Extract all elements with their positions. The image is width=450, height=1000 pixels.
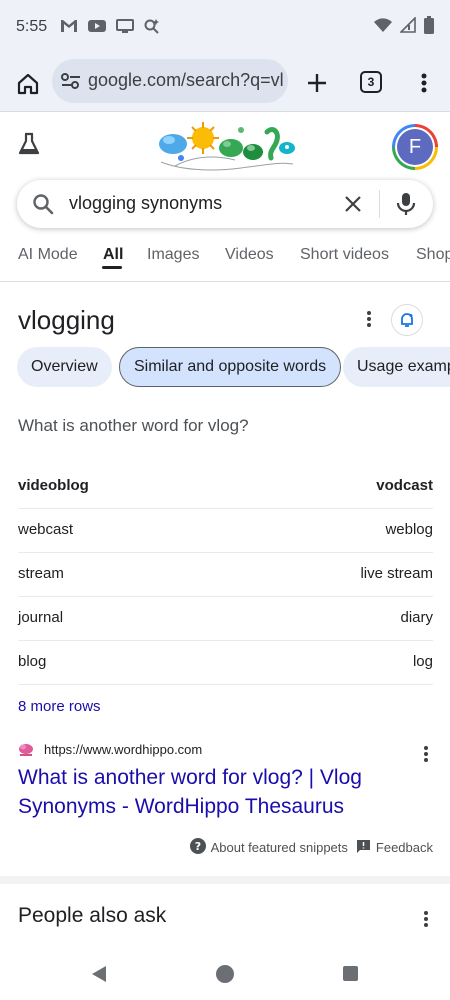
tab-videos[interactable]: Videos xyxy=(225,246,274,264)
synonym-right[interactable]: live stream xyxy=(360,565,433,582)
status-bar: 5:55 xyxy=(0,0,450,56)
cast-icon xyxy=(116,19,134,38)
synonym-left[interactable]: journal xyxy=(18,609,63,626)
synonym-row: videoblog vodcast xyxy=(18,465,433,509)
about-snippets-label: About featured snippets xyxy=(210,840,348,855)
notification-icons xyxy=(60,18,160,39)
synonyms-question: What is another word for vlog? xyxy=(18,416,249,435)
svg-text:?: ? xyxy=(194,840,200,853)
feedback-link[interactable]: Feedback xyxy=(356,839,433,857)
back-icon[interactable] xyxy=(90,964,108,989)
search-input[interactable]: vlogging synonyms xyxy=(69,193,222,214)
url-text: google.com/search?q=vl xyxy=(88,70,284,90)
result-source-url[interactable]: https://www.wordhippo.com xyxy=(44,742,202,757)
synonym-right[interactable]: weblog xyxy=(385,521,433,538)
wifi-icon xyxy=(374,17,392,38)
chip-overview[interactable]: Overview xyxy=(17,347,112,387)
assistant-icon xyxy=(144,18,160,39)
notification-bell-icon[interactable] xyxy=(391,304,423,336)
wordhippo-favicon xyxy=(18,742,34,758)
recent-apps-icon[interactable] xyxy=(343,966,358,981)
site-settings-icon[interactable] xyxy=(60,71,82,96)
more-options-icon[interactable] xyxy=(360,308,378,330)
synonym-row: webcast weblog xyxy=(18,509,433,553)
people-also-ask-options-icon[interactable] xyxy=(418,909,434,929)
home-icon[interactable] xyxy=(12,68,44,100)
youtube-icon xyxy=(88,19,106,38)
tab-switcher-button[interactable]: 3 xyxy=(360,71,382,93)
home-button-icon[interactable] xyxy=(216,965,234,983)
search-divider xyxy=(379,190,380,218)
synonym-left[interactable]: webcast xyxy=(18,521,73,538)
tab-ai-mode[interactable]: AI Mode xyxy=(18,246,78,264)
new-tab-icon[interactable] xyxy=(302,68,332,98)
labs-flask-icon[interactable] xyxy=(16,131,42,162)
synonym-left[interactable]: stream xyxy=(18,565,64,582)
feedback-icon xyxy=(356,839,371,857)
help-icon: ? xyxy=(189,838,206,857)
synonym-right[interactable]: log xyxy=(413,653,433,670)
synonym-right[interactable]: diary xyxy=(400,609,433,626)
google-doodle-logo[interactable] xyxy=(155,118,297,174)
overflow-menu-icon[interactable] xyxy=(412,68,436,98)
synonym-row: blog log xyxy=(18,641,433,685)
snippet-footer: ? About featured snippets Feedback xyxy=(189,838,433,857)
people-also-ask-heading: People also ask xyxy=(18,904,167,927)
more-rows-link[interactable]: 8 more rows xyxy=(18,698,101,715)
synonym-right[interactable]: vodcast xyxy=(376,477,433,494)
synonym-left[interactable]: videoblog xyxy=(18,477,89,494)
chip-similar-opposite-words[interactable]: Similar and opposite words xyxy=(119,347,342,387)
result-title-link[interactable]: What is another word for vlog? | Vlog Sy… xyxy=(18,763,428,821)
topic-chips: Overview Similar and opposite words Usag… xyxy=(0,347,450,389)
microphone-icon[interactable] xyxy=(395,191,417,222)
synonym-row: stream live stream xyxy=(18,553,433,597)
tab-short-videos[interactable]: Short videos xyxy=(300,246,389,264)
system-nav-bar xyxy=(0,952,450,1000)
active-tab-indicator xyxy=(102,266,122,269)
synonym-left[interactable]: blog xyxy=(18,653,46,670)
about-snippets-link[interactable]: ? About featured snippets xyxy=(189,838,348,857)
avatar-border: F xyxy=(395,127,435,167)
search-tabs: AI Mode All Images Videos Short videos S… xyxy=(0,238,450,282)
avatar-initial: F xyxy=(397,129,433,165)
feedback-label: Feedback xyxy=(375,840,433,855)
synonym-row: journal diary xyxy=(18,597,433,641)
tab-shop[interactable]: Shop xyxy=(416,246,450,264)
system-icons xyxy=(374,16,434,39)
address-bar[interactable]: google.com/search?q=vl xyxy=(52,59,288,103)
chip-usage-examples[interactable]: Usage examples xyxy=(343,347,450,387)
gmail-icon xyxy=(60,19,78,38)
battery-icon xyxy=(424,16,434,39)
clear-icon[interactable] xyxy=(342,193,364,220)
search-icon xyxy=(31,192,55,221)
account-avatar[interactable]: F xyxy=(392,124,438,170)
page-title: vlogging xyxy=(18,305,115,335)
result-options-icon[interactable] xyxy=(418,744,434,764)
signal-icon xyxy=(399,16,416,38)
search-box[interactable]: vlogging synonyms xyxy=(17,180,433,228)
browser-toolbar: google.com/search?q=vl 3 xyxy=(0,56,450,112)
tab-all[interactable]: All xyxy=(103,246,123,264)
tab-images[interactable]: Images xyxy=(147,246,199,264)
section-divider xyxy=(0,876,450,884)
status-time: 5:55 xyxy=(16,18,48,35)
